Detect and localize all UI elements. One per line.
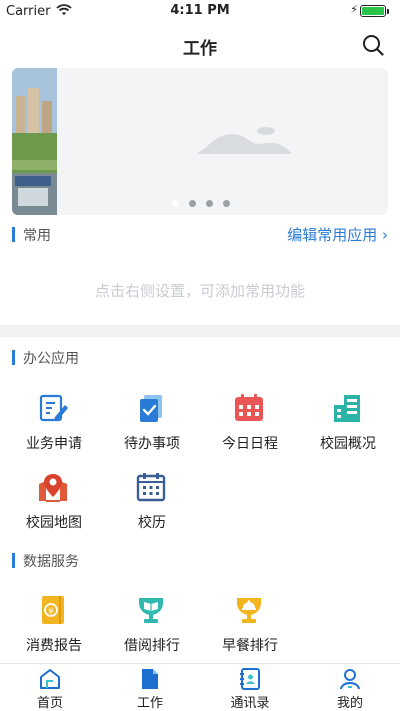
app-school-calendar[interactable]: 校历 — [100, 472, 200, 542]
app-label: 业务申请 — [26, 436, 82, 452]
chevron-right-icon: › — [382, 226, 388, 244]
app-campus-map[interactable]: 校园地图 — [2, 472, 102, 542]
tab-profile[interactable]: 我的 — [300, 664, 400, 711]
profile-icon — [340, 669, 360, 690]
common-section-header: 常用 编辑常用应用 › — [12, 224, 388, 246]
edit-common-apps-link[interactable]: 编辑常用应用 › — [287, 224, 388, 245]
tab-contacts[interactable]: 通讯录 — [200, 664, 300, 711]
spending-report-icon: ¥ — [42, 596, 64, 624]
banner-carousel[interactable] — [12, 68, 388, 215]
battery-icon — [360, 5, 389, 17]
tab-label: 通讯录 — [230, 696, 270, 711]
tab-label: 首页 — [36, 696, 63, 711]
map-pin-icon — [39, 474, 67, 502]
data-service-section-header: 数据服务 — [12, 550, 388, 572]
clock: 4:11 PM — [170, 3, 230, 18]
building-icon — [334, 395, 360, 422]
app-label: 校园地图 — [26, 515, 82, 531]
school-calendar-icon — [136, 473, 166, 502]
tab-bar: 首页 工作 通讯录 我的 — [0, 663, 400, 711]
app-label: 待办事项 — [124, 436, 180, 452]
app-business-apply[interactable]: 业务申请 — [2, 393, 102, 463]
common-section-title: 常用 — [23, 228, 51, 244]
app-borrowing-ranking[interactable]: 借阅排行 — [100, 595, 200, 665]
status-bar: Carrier 4:11 PM ⚡ — [0, 0, 400, 22]
image-placeholder-icon — [196, 127, 292, 154]
edit-common-apps-label: 编辑常用应用 — [287, 226, 378, 244]
app-today-schedule[interactable]: 今日日程 — [198, 393, 298, 463]
svg-text:¥: ¥ — [48, 607, 54, 617]
carousel-dot[interactable] — [172, 200, 179, 207]
home-icon — [40, 669, 60, 689]
app-label: 借阅排行 — [124, 638, 180, 654]
contacts-icon — [240, 668, 260, 690]
book-trophy-icon — [139, 598, 163, 623]
section-divider — [0, 325, 400, 337]
tab-work[interactable]: 工作 — [100, 664, 200, 711]
app-label: 今日日程 — [222, 436, 278, 452]
todo-check-icon — [140, 395, 162, 422]
section-accent-bar — [12, 227, 15, 242]
campus-photo — [12, 68, 57, 215]
search-icon[interactable] — [362, 34, 384, 56]
office-section-header: 办公应用 — [12, 347, 388, 369]
tab-label: 工作 — [136, 696, 163, 711]
carousel-dot[interactable] — [206, 200, 213, 207]
page-title: 工作 — [183, 39, 217, 59]
section-accent-bar — [12, 553, 15, 568]
carousel-dot[interactable] — [223, 200, 230, 207]
meal-trophy-icon — [237, 598, 261, 623]
document-icon — [142, 669, 158, 689]
tab-home[interactable]: 首页 — [0, 664, 100, 711]
office-section-title: 办公应用 — [23, 351, 79, 367]
form-edit-icon — [39, 394, 68, 422]
tab-label: 我的 — [336, 696, 363, 711]
calendar-icon — [235, 394, 263, 421]
app-campus-overview[interactable]: 校园概况 — [296, 393, 396, 463]
nav-bar: 工作 — [0, 22, 400, 66]
app-label: 校园概况 — [320, 436, 376, 452]
empty-common-hint: 点击右侧设置，可添加常用功能 — [94, 282, 305, 300]
app-label: 早餐排行 — [222, 638, 278, 654]
app-label: 校历 — [138, 515, 166, 531]
data-service-section-title: 数据服务 — [23, 554, 79, 570]
app-spending-report[interactable]: ¥ 消费报告 — [2, 595, 102, 665]
app-todo[interactable]: 待办事项 — [100, 393, 200, 463]
carousel-dot[interactable] — [189, 200, 196, 207]
charging-icon: ⚡ — [350, 3, 358, 16]
carousel-dots — [172, 200, 230, 207]
app-label: 消费报告 — [26, 638, 82, 654]
section-accent-bar — [12, 350, 15, 365]
app-breakfast-ranking[interactable]: 早餐排行 — [198, 595, 298, 665]
